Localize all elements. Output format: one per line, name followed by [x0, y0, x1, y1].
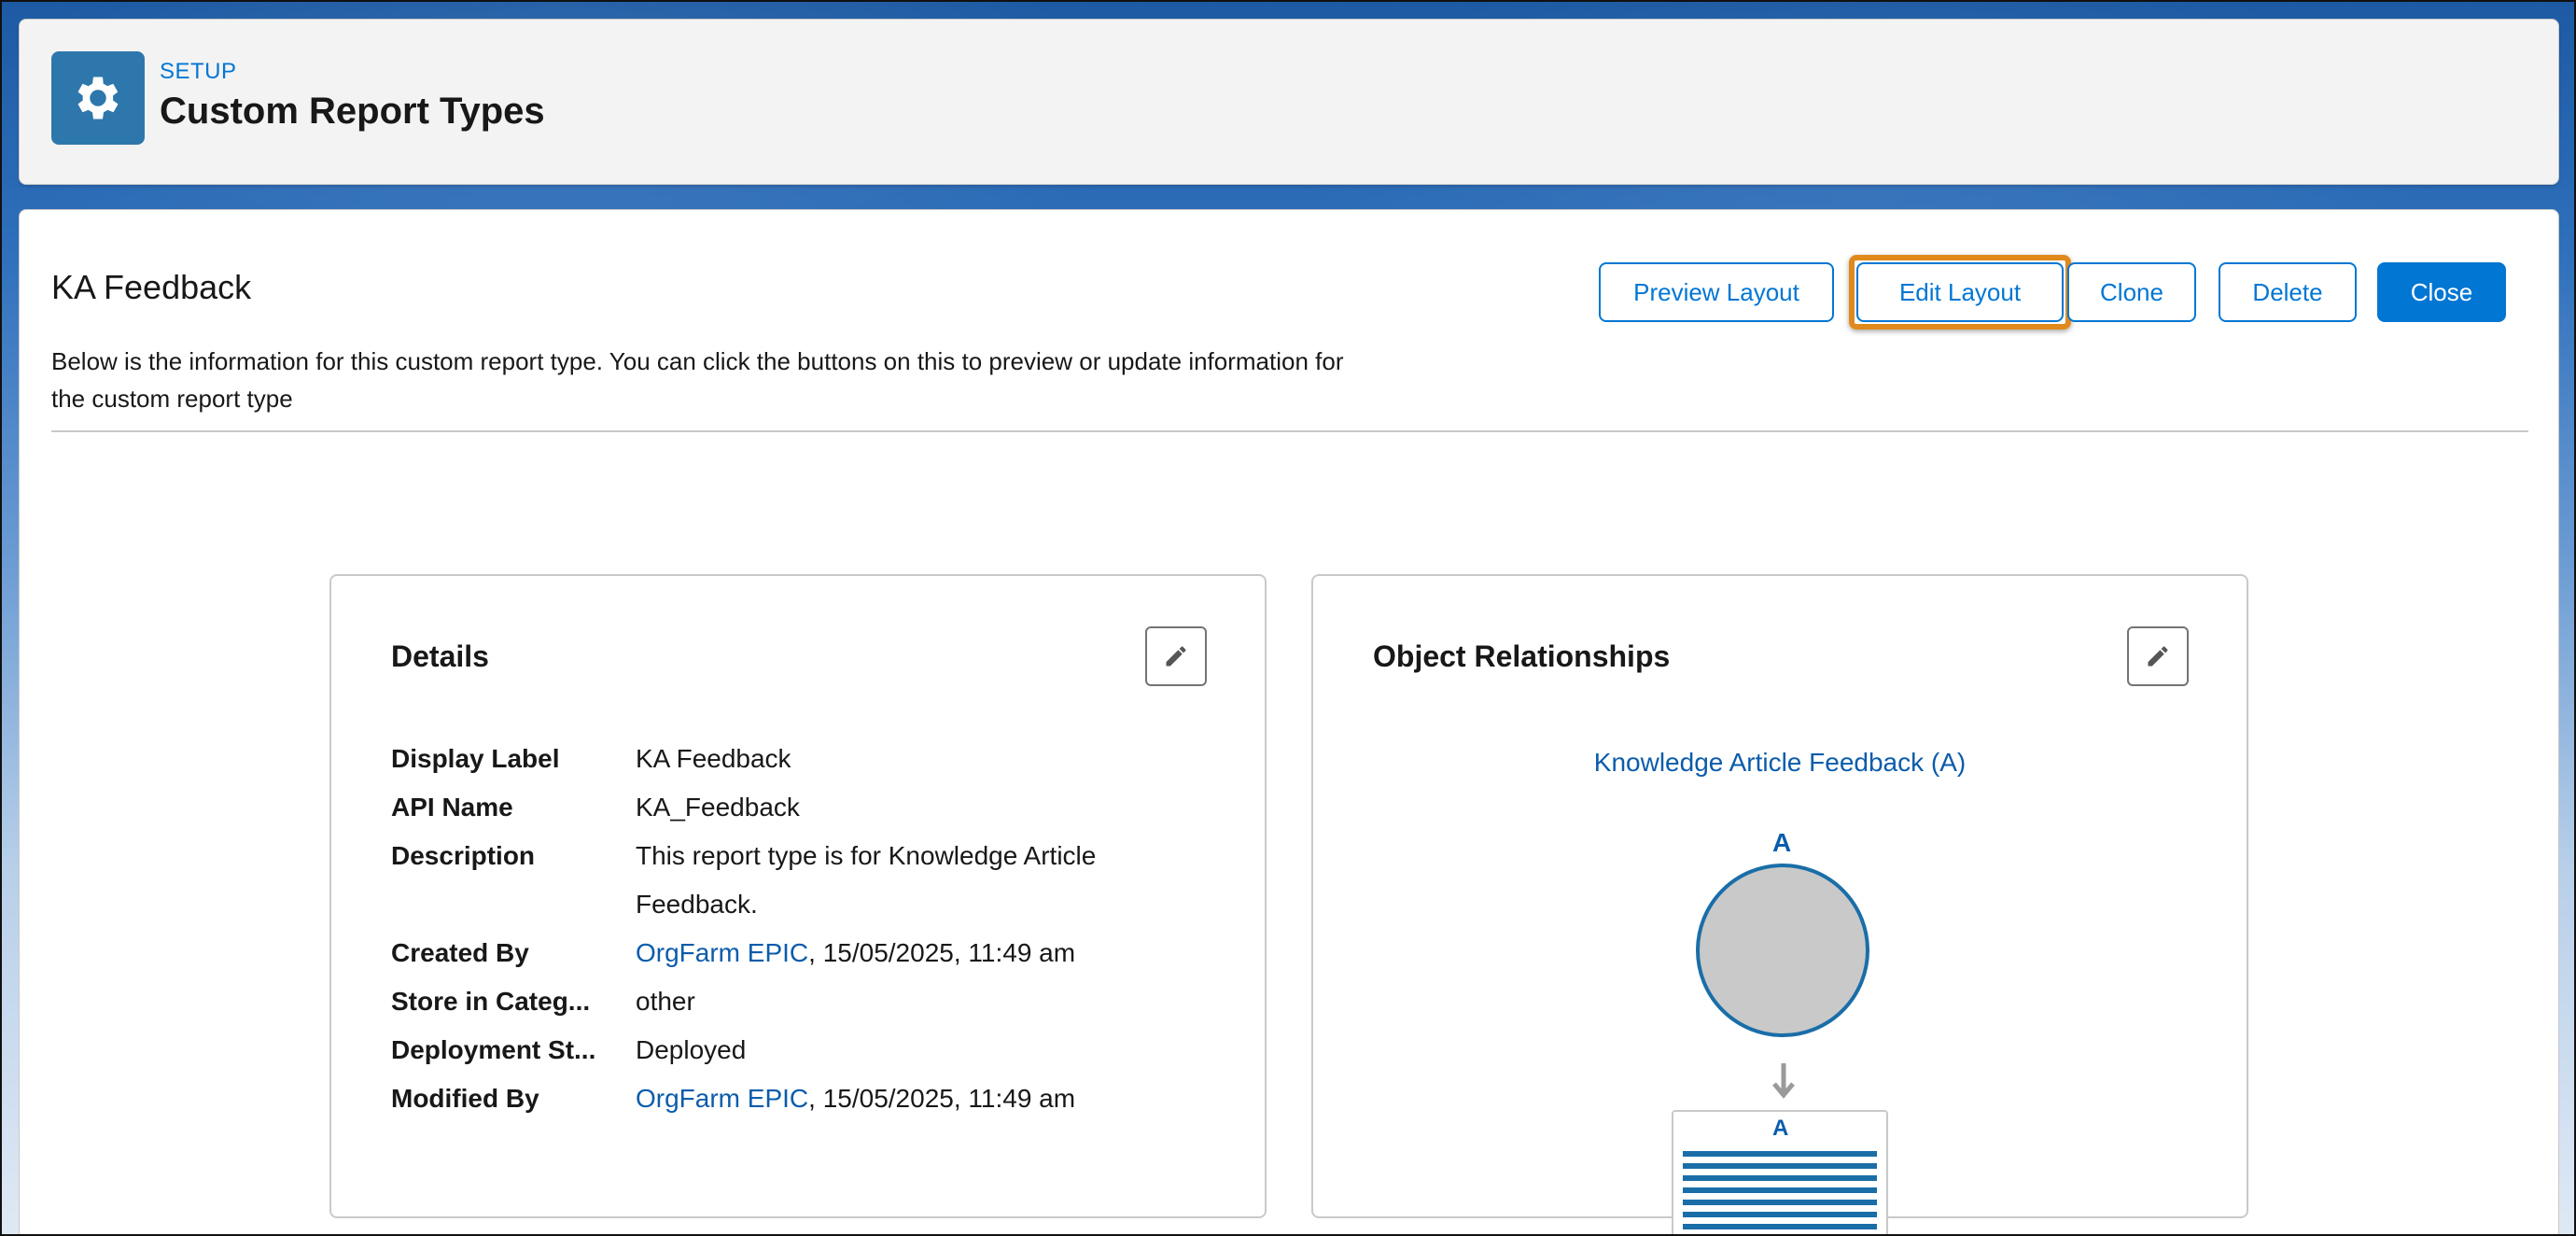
close-button[interactable]: Close	[2377, 262, 2506, 322]
table-line	[1683, 1224, 1877, 1229]
relationships-edit-button[interactable]	[2127, 626, 2189, 686]
page-title: Custom Report Types	[160, 91, 545, 132]
field-value: other	[636, 987, 695, 1016]
table-line	[1683, 1163, 1877, 1169]
header-eyebrow: SETUP	[160, 59, 237, 84]
details-title: Details	[391, 639, 489, 673]
header-divider	[51, 430, 2528, 432]
table-line	[1683, 1187, 1877, 1193]
modified-by-date: , 15/05/2025, 11:49 am	[808, 1084, 1076, 1113]
table-line	[1683, 1212, 1877, 1217]
field-value: Deployed	[636, 1035, 747, 1064]
preview-layout-button[interactable]: Preview Layout	[1599, 262, 1834, 322]
field-value: OrgFarm EPIC, 15/05/2025, 11:49 am	[636, 1084, 1075, 1114]
object-relationships-card: Object Relationships Knowledge Article F…	[1311, 574, 2248, 1236]
pencil-icon	[2148, 646, 2168, 667]
field-value: KA_Feedback	[636, 793, 800, 822]
field-label: API Name	[391, 793, 513, 822]
circle-object-label: A	[1772, 828, 1792, 857]
details-edit-button[interactable]	[1145, 626, 1207, 686]
record-description: Below is the information for this custom…	[51, 347, 1344, 413]
table-line	[1683, 1200, 1877, 1205]
field-label: Deployment St...	[391, 1035, 596, 1064]
record-title: KA Feedback	[51, 268, 252, 306]
object-table-icon: A	[1672, 1110, 1888, 1236]
primary-object-link[interactable]: Knowledge Article Feedback (A)	[1313, 748, 2247, 778]
field-label: Store in Categ...	[391, 987, 591, 1016]
field-label: Modified By	[391, 1084, 539, 1113]
edit-layout-button[interactable]: Edit Layout	[1856, 262, 2064, 322]
pencil-icon	[1166, 646, 1186, 667]
down-arrow-icon	[1772, 1063, 1795, 1099]
object-relationships-title: Object Relationships	[1373, 639, 1671, 673]
primary-object-circle	[1696, 864, 1869, 1037]
field-value: KA Feedback	[636, 744, 791, 773]
setup-gear-icon	[51, 51, 145, 145]
table-line	[1683, 1175, 1877, 1181]
modified-by-user-link[interactable]: OrgFarm EPIC	[636, 1084, 808, 1113]
field-value: OrgFarm EPIC, 15/05/2025, 11:49 am	[636, 938, 1075, 968]
main-panel: KA Feedback Below is the information for…	[19, 209, 2559, 1236]
table-object-label: A	[1772, 1116, 1789, 1141]
delete-button[interactable]: Delete	[2219, 262, 2357, 322]
clone-button[interactable]: Clone	[2067, 262, 2196, 322]
table-line	[1683, 1151, 1877, 1157]
page-header: SETUP Custom Report Types	[19, 19, 2559, 185]
field-label: Created By	[391, 938, 529, 967]
created-by-user-link[interactable]: OrgFarm EPIC	[636, 938, 808, 967]
created-by-date: , 15/05/2025, 11:49 am	[808, 938, 1076, 967]
field-label: Display Label	[391, 744, 560, 773]
field-label: Description	[391, 841, 536, 870]
details-card: Details Display Label KA Feedback API Na…	[329, 574, 1267, 1218]
field-value: Feedback.	[636, 890, 758, 919]
field-value: This report type is for Knowledge Articl…	[636, 841, 1097, 870]
